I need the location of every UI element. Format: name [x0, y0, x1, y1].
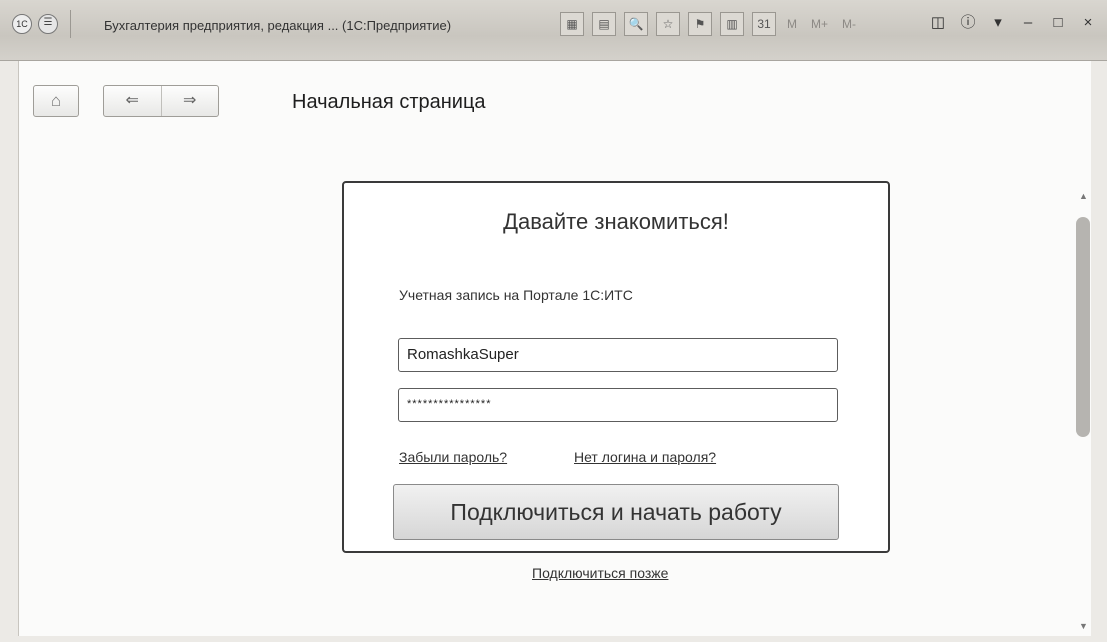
login-input[interactable]: RomashkaSuper	[398, 338, 838, 372]
no-login-link[interactable]: Нет логина и пароля?	[574, 449, 716, 465]
info-icon[interactable]: ⓘ	[957, 12, 979, 34]
password-input[interactable]: ****************	[398, 388, 838, 422]
window-title: Бухгалтерия предприятия, редакция ... (1…	[104, 18, 452, 33]
login-card: Давайте знакомиться! Учетная запись на П…	[342, 181, 890, 553]
main-menu-button[interactable]: ☰	[38, 14, 58, 34]
search-icon[interactable]: 🔍	[624, 12, 648, 36]
bookmark-icon[interactable]: ⚑	[688, 12, 712, 36]
print-icon[interactable]: ▤	[592, 12, 616, 36]
main-content: ⌂ ⇐ ⇒ Начальная страница Давайте знакоми…	[18, 61, 1091, 636]
page-title: Начальная страница	[292, 91, 486, 113]
scroll-down-icon[interactable]: ▼	[1079, 621, 1088, 631]
memory-plus-button[interactable]: M+	[808, 17, 831, 31]
forward-button[interactable]: ⇒	[160, 86, 219, 116]
calendar-icon[interactable]: 31	[752, 12, 776, 36]
calculator-icon[interactable]: ▥	[720, 12, 744, 36]
favorites-icon[interactable]: ☆	[656, 12, 680, 36]
window-controls: ◫ ⓘ ▾ – □ ×	[927, 12, 1099, 34]
account-label: Учетная запись на Портале 1С:ИТС	[399, 287, 633, 303]
grid-icon[interactable]: ▦	[560, 12, 584, 36]
memory-button[interactable]: M	[784, 17, 800, 31]
login-title: Давайте знакомиться!	[503, 209, 729, 234]
forgot-password-link[interactable]: Забыли пароль?	[399, 449, 507, 465]
panels-icon[interactable]: ◫	[927, 12, 949, 34]
home-icon: ⌂	[50, 91, 62, 110]
maximize-button[interactable]: □	[1047, 12, 1069, 34]
memory-minus-button[interactable]: M-	[839, 17, 859, 31]
app-logo-icon: 1С	[12, 14, 32, 34]
titlebar-divider	[70, 10, 71, 38]
back-button[interactable]: ⇐	[104, 86, 161, 116]
scroll-thumb[interactable]	[1076, 217, 1090, 437]
window-titlebar: 1С ☰ Бухгалтерия предприятия, редакция .…	[0, 0, 1107, 61]
home-button[interactable]: ⌂	[33, 85, 79, 117]
minimize-button[interactable]: –	[1017, 12, 1039, 34]
history-nav: ⇐ ⇒	[103, 85, 219, 117]
dropdown-icon[interactable]: ▾	[987, 12, 1009, 34]
connect-later-link[interactable]: Подключиться позже	[532, 565, 668, 581]
vertical-scrollbar[interactable]: ▲ ▼	[1075, 191, 1091, 631]
scroll-up-icon[interactable]: ▲	[1079, 191, 1088, 201]
connect-button[interactable]: Подключиться и начать работу	[393, 484, 839, 540]
titlebar-tools: ▦ ▤ 🔍 ☆ ⚑ ▥ 31 M M+ M-	[560, 12, 859, 36]
close-button[interactable]: ×	[1077, 12, 1099, 34]
